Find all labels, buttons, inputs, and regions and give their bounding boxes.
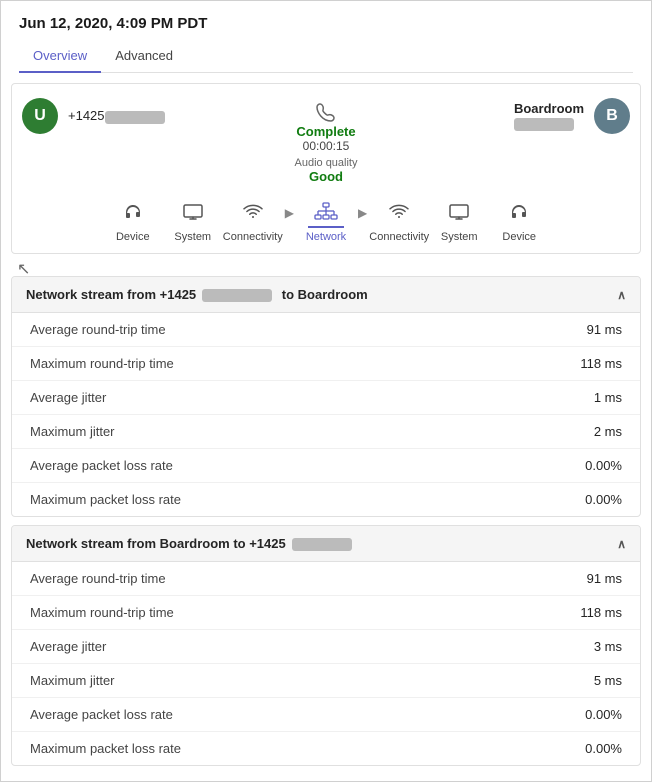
stream2-title: Network stream from Boardroom to +1425 — [26, 536, 352, 551]
tab-advanced[interactable]: Advanced — [101, 42, 187, 73]
value: 2 ms — [594, 424, 622, 439]
arrow-right-left: ▶ — [285, 206, 294, 236]
device-item-connectivity-left[interactable]: Connectivity — [223, 198, 283, 243]
boardroom-name: Boardroom — [514, 101, 584, 116]
stream2-body: Average round-trip time 91 ms Maximum ro… — [12, 562, 640, 765]
call-status: Complete — [296, 124, 355, 139]
device-label-system-right: System — [441, 231, 478, 243]
device-icon-system-left — [175, 198, 211, 228]
label: Maximum packet loss rate — [30, 741, 181, 756]
label: Average jitter — [30, 639, 106, 654]
device-item-connectivity-right[interactable]: Connectivity — [369, 198, 429, 243]
stream2-section: Network stream from Boardroom to +1425 ∧… — [11, 525, 641, 766]
device-icon-left — [115, 198, 151, 228]
device-label-device-right: Device — [502, 231, 536, 243]
value: 118 ms — [580, 605, 622, 620]
value: 0.00% — [585, 458, 622, 473]
device-label-device-left: Device — [116, 231, 150, 243]
audio-quality-value: Good — [309, 169, 343, 184]
phone-icon — [316, 102, 336, 122]
label: Average round-trip time — [30, 571, 166, 586]
device-icon-connectivity-right — [381, 198, 417, 228]
label: Maximum round-trip time — [30, 356, 174, 371]
device-icon-device-right — [501, 198, 537, 228]
participant-left: U +1425 — [22, 98, 225, 134]
boardroom-blurred — [514, 118, 574, 131]
tab-bar: Overview Advanced — [19, 42, 633, 73]
table-row: Maximum jitter 5 ms — [12, 664, 640, 698]
stream1-title: Network stream from +1425 to Boardroom — [26, 287, 368, 302]
table-row: Maximum round-trip time 118 ms — [12, 347, 640, 381]
label: Maximum jitter — [30, 424, 115, 439]
stream2-chevron: ∧ — [617, 537, 626, 551]
call-card: U +1425 Complete 00:00:15 Audio quality … — [11, 83, 641, 254]
table-row: Average jitter 3 ms — [12, 630, 640, 664]
audio-quality-label: Audio quality — [295, 157, 358, 169]
label: Maximum round-trip time — [30, 605, 174, 620]
table-row: Maximum packet loss rate 0.00% — [12, 483, 640, 516]
label: Maximum packet loss rate — [30, 492, 181, 507]
table-row: Maximum packet loss rate 0.00% — [12, 732, 640, 765]
cursor-icon: ↖ — [17, 259, 30, 279]
table-row: Maximum jitter 2 ms — [12, 415, 640, 449]
device-label-connectivity-right: Connectivity — [369, 231, 429, 243]
participant-right: Boardroom B — [427, 98, 630, 134]
table-row: Average packet loss rate 0.00% — [12, 449, 640, 483]
value: 0.00% — [585, 707, 622, 722]
value: 91 ms — [587, 571, 622, 586]
timestamp: Jun 12, 2020, 4:09 PM PDT — [19, 15, 633, 42]
stream1-chevron: ∧ — [617, 288, 626, 302]
call-duration: 00:00:15 — [303, 139, 350, 153]
number-blurred — [105, 111, 165, 124]
device-label-connectivity-left: Connectivity — [223, 231, 283, 243]
label: Average jitter — [30, 390, 106, 405]
call-center: Complete 00:00:15 Audio quality Good — [225, 98, 428, 184]
table-row: Maximum round-trip time 118 ms — [12, 596, 640, 630]
value: 0.00% — [585, 741, 622, 756]
participant-left-number: +1425 — [68, 108, 165, 123]
stream1-body: Average round-trip time 91 ms Maximum ro… — [12, 313, 640, 516]
value: 3 ms — [594, 639, 622, 654]
table-row: Average jitter 1 ms — [12, 381, 640, 415]
header: Jun 12, 2020, 4:09 PM PDT Overview Advan… — [1, 1, 651, 73]
call-participants: U +1425 Complete 00:00:15 Audio quality … — [22, 98, 630, 184]
label: Average packet loss rate — [30, 707, 173, 722]
device-label-network: Network — [306, 231, 346, 243]
device-icon-connectivity-left — [235, 198, 271, 228]
label: Average packet loss rate — [30, 458, 173, 473]
table-row: Average packet loss rate 0.00% — [12, 698, 640, 732]
device-item-network[interactable]: Network — [296, 198, 356, 243]
table-row: Average round-trip time 91 ms — [12, 313, 640, 347]
device-item-system-left[interactable]: System — [163, 198, 223, 243]
number-prefix: +1425 — [68, 108, 105, 123]
device-item-system-right[interactable]: System — [429, 198, 489, 243]
device-row: Device System — [22, 198, 630, 243]
cursor-area: ↖ — [1, 262, 651, 276]
label: Average round-trip time — [30, 322, 166, 337]
device-icon-network — [308, 198, 344, 228]
stream1-section: Network stream from +1425 to Boardroom ∧… — [11, 276, 641, 517]
stream1-header[interactable]: Network stream from +1425 to Boardroom ∧ — [12, 277, 640, 313]
label: Maximum jitter — [30, 673, 115, 688]
value: 118 ms — [580, 356, 622, 371]
device-label-system-left: System — [174, 231, 211, 243]
value: 1 ms — [594, 390, 622, 405]
boardroom-info: Boardroom — [514, 101, 584, 131]
value: 91 ms — [587, 322, 622, 337]
main-container: Jun 12, 2020, 4:09 PM PDT Overview Advan… — [0, 0, 652, 782]
device-item-device-left[interactable]: Device — [103, 198, 163, 243]
tab-overview[interactable]: Overview — [19, 42, 101, 73]
device-item-device-right[interactable]: Device — [489, 198, 549, 243]
device-icon-system-right — [441, 198, 477, 228]
arrow-right-right: ▶ — [358, 206, 367, 236]
avatar-right: B — [594, 98, 630, 134]
value: 5 ms — [594, 673, 622, 688]
value: 0.00% — [585, 492, 622, 507]
avatar-left: U — [22, 98, 58, 134]
table-row: Average round-trip time 91 ms — [12, 562, 640, 596]
stream2-header[interactable]: Network stream from Boardroom to +1425 ∧ — [12, 526, 640, 562]
